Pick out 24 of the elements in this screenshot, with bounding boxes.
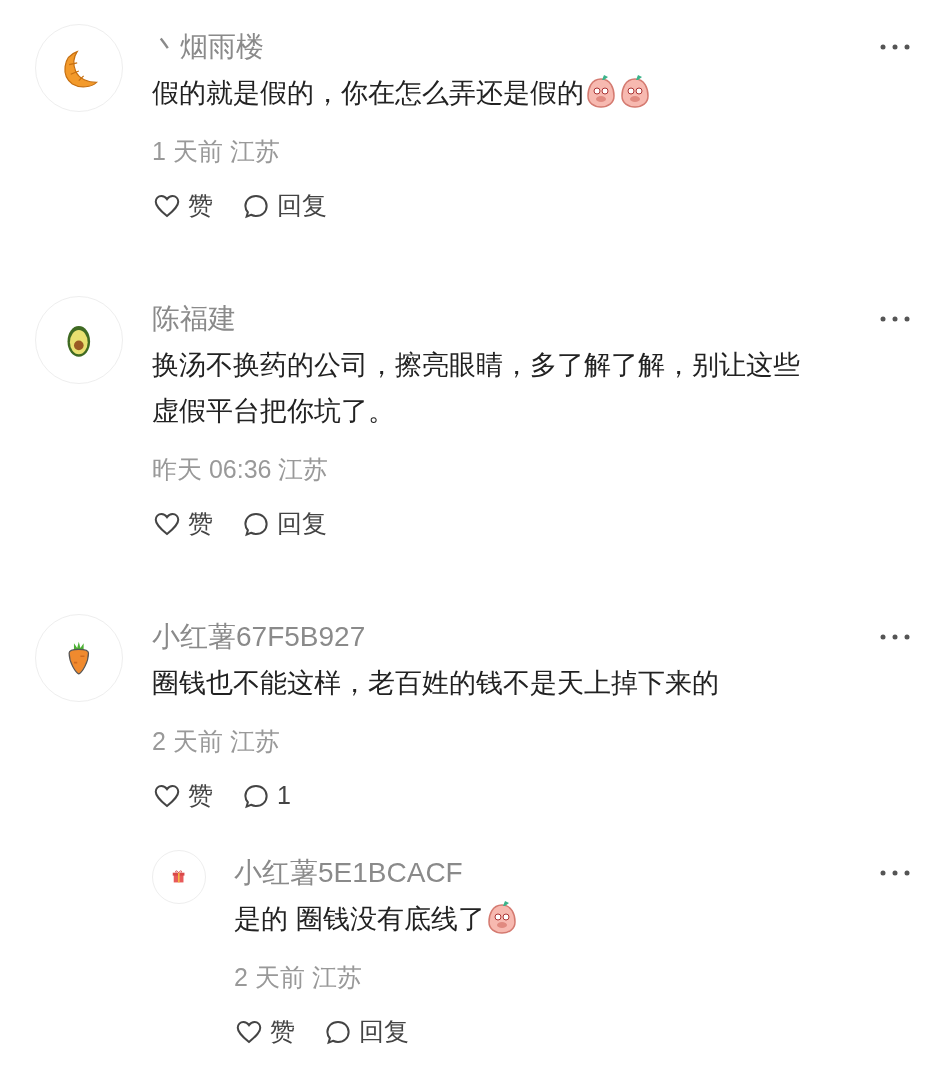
like-button[interactable]: 赞 [152,505,213,543]
comment-meta: 2 天前 江苏 [152,726,280,757]
like-button[interactable]: 赞 [152,187,213,225]
comment-text: 换汤不换药的公司，擦亮眼睛，多了解了解，别让这些虚假平台把你坑了。 [152,349,801,428]
comment-meta: 昨天 06:36 江苏 [152,454,329,485]
comment-text: 圈钱也不能这样，老百姓的钱不是天上掉下来的 [152,667,720,700]
comment-meta: 2 天前 江苏 [234,962,362,993]
emoji-icon [619,74,651,108]
comment-text: 假的就是假的，你在怎么弄还是假的 [152,70,910,116]
like-button[interactable]: 赞 [234,1013,295,1051]
comment-meta: 1 天前 江苏 [152,136,280,167]
more-icon[interactable] [880,634,910,640]
more-icon[interactable] [880,316,910,322]
comment-text: 是的 圈钱没有底线了 [234,896,910,942]
emoji-icon [485,900,518,934]
avatar[interactable] [152,850,206,904]
reply-button[interactable]: 回复 [241,187,327,225]
reply-button[interactable]: 1 [241,777,291,815]
emoji-icon [585,74,617,108]
like-button[interactable]: 赞 [152,777,213,815]
reply-button[interactable]: 回复 [323,1013,409,1051]
reply-button[interactable]: 回复 [241,505,327,543]
more-icon[interactable] [880,44,910,50]
more-icon[interactable] [880,870,910,876]
